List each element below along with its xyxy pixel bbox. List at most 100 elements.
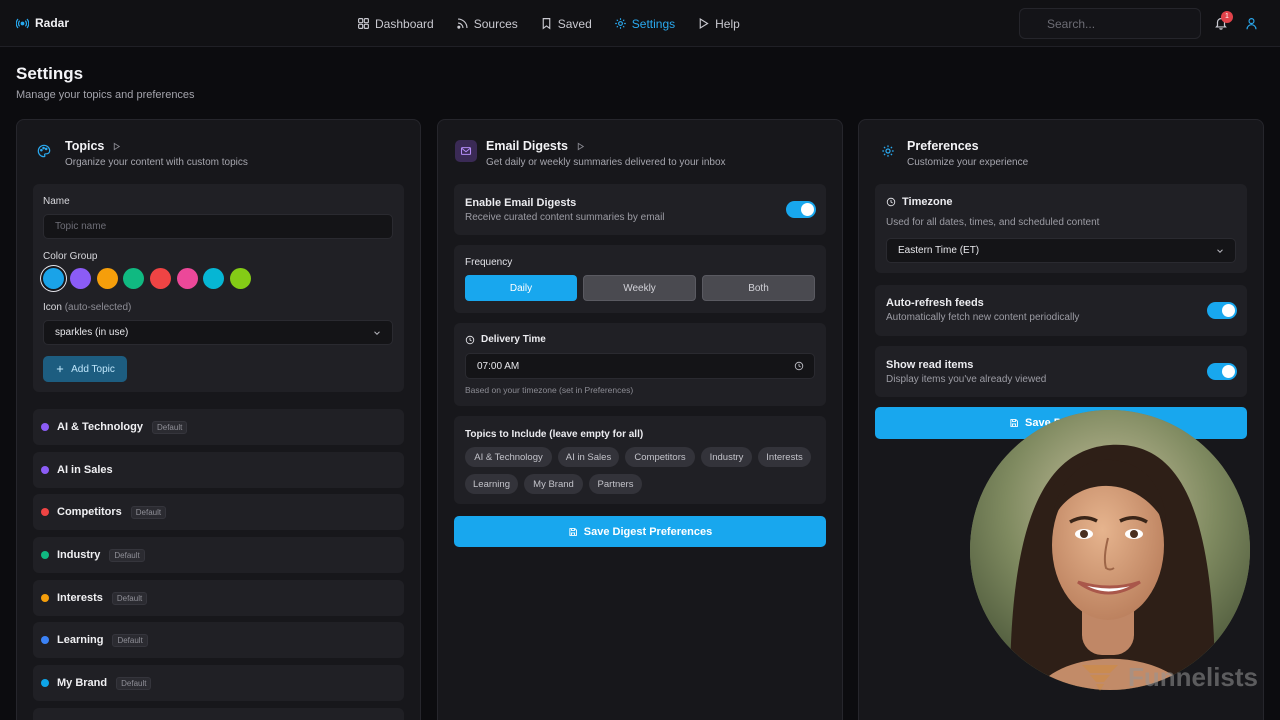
nav-dashboard[interactable]: Dashboard — [357, 15, 434, 32]
topic-row[interactable]: Industry Default — [33, 537, 404, 573]
digests-title-row: Email Digests — [486, 139, 585, 153]
topic-row[interactable]: Learning Default — [33, 622, 404, 658]
enable-digests-toggle[interactable] — [786, 201, 816, 218]
frequency-daily-button[interactable]: Daily — [465, 275, 577, 301]
topics-subtitle: Organize your content with custom topics — [65, 157, 248, 168]
topic-chip[interactable]: Learning — [465, 474, 518, 494]
chevron-down-icon — [374, 330, 380, 335]
color-swatch-purple[interactable] — [70, 268, 91, 289]
color-swatch-red[interactable] — [150, 268, 171, 289]
save-digest-button[interactable]: Save Digest Preferences — [454, 516, 826, 547]
frequency-label: Frequency — [465, 257, 513, 268]
icon-select-value: sparkles (in use) — [55, 327, 129, 338]
preferences-title: Preferences — [907, 139, 979, 153]
plus-icon — [57, 365, 64, 373]
color-swatch-pink[interactable] — [177, 268, 198, 289]
preferences-card-header: Preferences Customize your experience — [859, 120, 1263, 176]
nav-saved-label: Saved — [557, 16, 592, 31]
nav-help[interactable]: Help — [697, 15, 740, 32]
icon-label: Icon — [43, 302, 62, 313]
brand[interactable]: Radar — [16, 16, 69, 30]
topic-name: Competitors — [57, 506, 122, 518]
topic-color-dot — [41, 636, 49, 644]
digests-subtitle: Get daily or weekly summaries delivered … — [486, 157, 726, 168]
chevron-down-icon — [1217, 248, 1223, 253]
add-topic-button[interactable]: Add Topic — [43, 356, 127, 382]
autorefresh-sub: Automatically fetch new content periodic… — [886, 312, 1080, 323]
topic-row[interactable]: My Brand Default — [33, 665, 404, 701]
topic-row[interactable]: AI & Technology Default — [33, 409, 404, 445]
topic-row[interactable]: Competitors Default — [33, 494, 404, 530]
save-icon — [1010, 419, 1018, 427]
clock-icon — [465, 335, 475, 344]
topic-chip[interactable]: Interests — [758, 447, 811, 467]
show-read-panel — [875, 346, 1247, 397]
search-input[interactable]: Search... — [1019, 8, 1201, 39]
main-nav: Dashboard Sources Saved Settings Help — [357, 15, 740, 32]
timezone-value: Eastern Time (ET) — [898, 245, 980, 256]
funnel-logo-icon — [1082, 664, 1118, 691]
topic-name: Industry — [57, 549, 101, 561]
color-swatch-lime[interactable] — [230, 268, 251, 289]
nav-settings-label: Settings — [631, 16, 676, 31]
topics-title: Topics — [65, 139, 105, 153]
palette-icon — [37, 144, 51, 158]
clock-icon — [794, 361, 804, 371]
color-swatch-green[interactable] — [123, 268, 144, 289]
play-icon[interactable] — [112, 142, 121, 151]
digests-title: Email Digests — [486, 139, 568, 153]
topic-chip[interactable]: Industry — [701, 447, 752, 467]
timezone-select[interactable]: Eastern Time (ET) — [886, 238, 1236, 263]
gear-icon — [615, 18, 626, 29]
enable-digests-sub: Receive curated content summaries by ema… — [465, 212, 665, 223]
delivery-time-label: Delivery Time — [481, 334, 546, 345]
save-digest-label: Save Digest Preferences — [583, 525, 713, 538]
enable-digests-title: Enable Email Digests — [465, 197, 577, 209]
top-nav-bar: Radar Dashboard Sources Saved Settings H… — [0, 0, 1280, 47]
play-icon — [699, 18, 709, 29]
show-read-toggle[interactable] — [1207, 363, 1237, 380]
frequency-weekly-button[interactable]: Weekly — [583, 275, 696, 301]
presenter-webcam-overlay — [970, 410, 1250, 690]
topic-chip[interactable]: AI & Technology — [465, 447, 552, 467]
icon-select[interactable]: sparkles (in use) — [43, 320, 393, 345]
topic-row[interactable] — [33, 708, 404, 720]
delivery-time-input[interactable]: 07:00 AM — [465, 353, 815, 379]
icon-hint: (auto-selected) — [64, 302, 132, 313]
autorefresh-title: Auto-refresh feeds — [886, 297, 984, 309]
mail-icon — [460, 147, 472, 155]
user-icon[interactable] — [1245, 17, 1258, 30]
topics-card-header: Topics Organize your content with custom… — [17, 120, 420, 176]
rss-icon — [457, 18, 468, 29]
topic-row[interactable]: AI in Sales — [33, 452, 404, 488]
topic-chip[interactable]: Competitors — [625, 447, 695, 467]
autorefresh-toggle[interactable] — [1207, 302, 1237, 319]
frequency-both-button[interactable]: Both — [702, 275, 815, 301]
topic-color-dot — [41, 466, 49, 474]
topic-row[interactable]: Interests Default — [33, 580, 404, 616]
topic-chip[interactable]: Partners — [589, 474, 642, 494]
nav-saved[interactable]: Saved — [540, 15, 592, 32]
autorefresh-panel — [875, 285, 1247, 336]
presenter-video — [970, 410, 1250, 690]
default-badge: Default — [116, 676, 152, 690]
nav-sources[interactable]: Sources — [456, 15, 518, 32]
topic-name: My Brand — [57, 677, 108, 689]
nav-help-label: Help — [715, 16, 740, 31]
default-badge: Default — [130, 505, 167, 519]
nav-dashboard-label: Dashboard — [375, 16, 434, 31]
mail-icon-box — [455, 140, 477, 162]
nav-settings[interactable]: Settings — [614, 15, 675, 32]
preferences-title-row: Preferences — [907, 139, 979, 153]
topic-name-input[interactable]: Topic name — [43, 214, 393, 239]
icon-label-row: Icon (auto-selected) — [43, 302, 131, 313]
play-icon[interactable] — [576, 142, 585, 151]
topics-include-label: Topics to Include (leave empty for all) — [465, 429, 644, 440]
topics-title-row: Topics — [65, 139, 121, 153]
topic-chip[interactable]: My Brand — [524, 474, 583, 494]
topic-chip[interactable]: AI in Sales — [558, 447, 619, 467]
color-swatch-amber[interactable] — [97, 268, 118, 289]
timezone-hint: Used for all dates, times, and scheduled… — [886, 217, 1100, 228]
color-swatch-cyan[interactable] — [203, 268, 224, 289]
color-swatch-blue[interactable] — [43, 268, 64, 289]
